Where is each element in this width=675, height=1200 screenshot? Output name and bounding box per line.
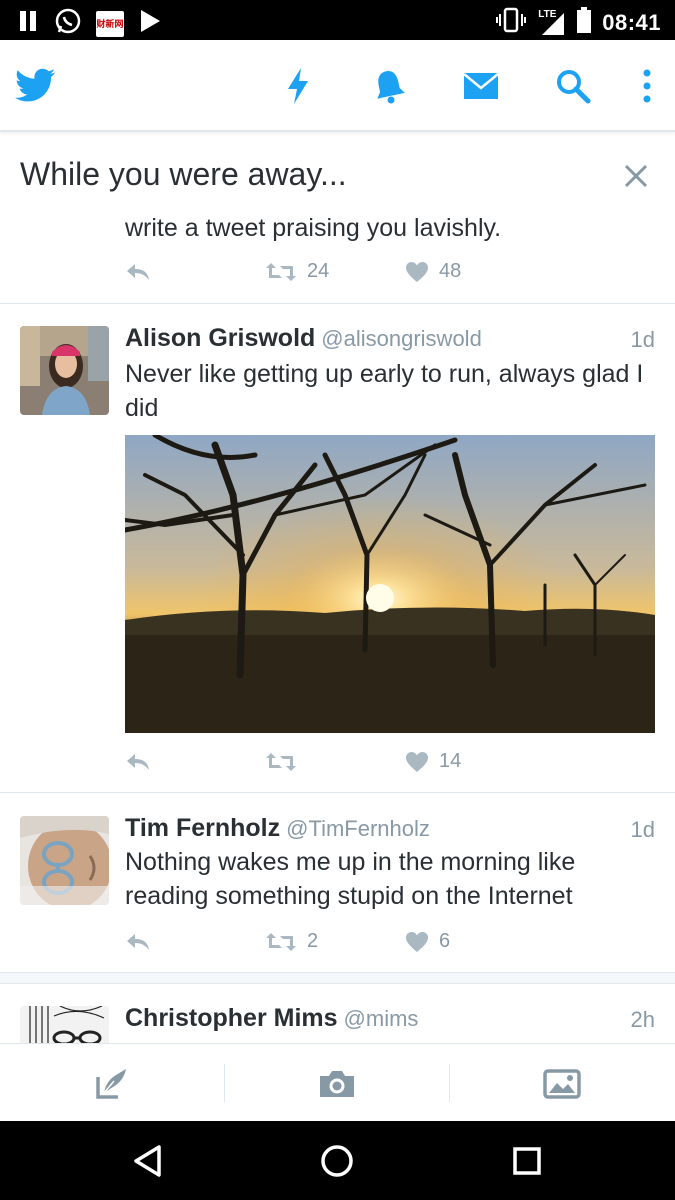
tweet-actions: 24 48 (125, 260, 545, 283)
divider (224, 1064, 225, 1102)
author-name[interactable]: Christopher Mims (125, 1004, 338, 1032)
messages-envelope-icon[interactable] (459, 64, 503, 108)
vibrate-icon (496, 7, 527, 38)
news-app-icon: 财新网 (96, 10, 124, 37)
tweet-actions: 2 6 (125, 930, 545, 953)
whatsapp-icon (54, 7, 82, 40)
retweet-icon (266, 752, 296, 771)
reply-icon (127, 263, 149, 280)
divider (449, 1064, 450, 1102)
search-icon[interactable] (551, 64, 595, 108)
clock: 08:41 (602, 9, 661, 35)
battery-icon (576, 6, 592, 39)
avatar[interactable] (20, 816, 109, 905)
tweet-time: 2h (630, 1007, 655, 1032)
tweet-time: 1d (630, 327, 655, 352)
status-bar: 财新网 LTE 08:41 (0, 0, 675, 40)
compose-tweet-icon[interactable] (90, 1062, 134, 1106)
retweet-count: 2 (307, 930, 319, 952)
pause-icon (18, 9, 40, 38)
heart-icon (406, 931, 428, 952)
avatar[interactable] (20, 326, 109, 415)
retweet-icon (266, 932, 296, 951)
tweet-time: 1d (630, 817, 655, 842)
moments-lightning-icon[interactable] (276, 64, 320, 108)
gallery-icon[interactable] (540, 1062, 584, 1106)
compose-bar (0, 1043, 675, 1121)
reply-button[interactable] (125, 262, 265, 282)
app-bar (0, 40, 675, 132)
author-name[interactable]: Alison Griswold (125, 324, 315, 352)
reply-icon (127, 753, 149, 770)
author-handle[interactable]: @TimFernholz (286, 816, 430, 841)
retweet-icon (266, 262, 296, 281)
author-name[interactable]: Tim Fernholz (125, 814, 280, 842)
tweet-author[interactable]: Alison Griswold @alisongriswold (125, 324, 482, 353)
heart-icon (406, 751, 428, 772)
tweet-photo[interactable] (125, 435, 655, 733)
retweet-count: 24 (307, 260, 330, 282)
reply-button[interactable] (125, 932, 265, 952)
like-button[interactable]: 48 (405, 260, 545, 283)
back-icon[interactable] (127, 1140, 169, 1182)
retweet-button[interactable]: 24 (265, 260, 405, 283)
tweet-actions: 14 (125, 750, 545, 773)
reply-icon (127, 933, 149, 950)
like-button[interactable]: 14 (405, 750, 545, 773)
retweet-button[interactable]: 2 (265, 930, 405, 953)
tweet-text: Nothing wakes me up in the morning like … (125, 848, 576, 910)
reply-button[interactable] (125, 752, 265, 772)
home-icon[interactable] (316, 1140, 358, 1182)
tweet-author[interactable]: Tim Fernholz @TimFernholz (125, 814, 430, 843)
system-nav-bar (0, 1121, 675, 1200)
twitter-logo-icon[interactable] (14, 64, 58, 108)
recents-icon[interactable] (506, 1140, 548, 1182)
retweet-button[interactable] (265, 751, 405, 773)
heart-icon (406, 261, 428, 282)
tweet-text: Never like getting up early to run, alwa… (125, 360, 644, 422)
section-divider (0, 972, 675, 984)
divider (0, 792, 675, 793)
like-count: 48 (439, 260, 462, 282)
overflow-menu-icon[interactable] (625, 64, 669, 108)
avatar[interactable] (20, 1006, 109, 1043)
tweet-text: write a tweet praising you lavishly. (125, 214, 502, 242)
like-button[interactable]: 6 (405, 930, 545, 953)
like-count: 14 (439, 750, 462, 772)
author-handle[interactable]: @mims (344, 1006, 419, 1031)
timeline[interactable]: While you were away... write a tweet pra… (0, 132, 675, 1043)
author-handle[interactable]: @alisongriswold (321, 326, 482, 351)
notifications-bell-icon[interactable] (367, 64, 411, 108)
signal-icon: LTE (536, 9, 566, 37)
close-icon[interactable] (620, 160, 652, 192)
divider (0, 303, 675, 304)
camera-icon[interactable] (315, 1062, 359, 1106)
play-icon (138, 8, 162, 39)
while-you-were-away-header: While you were away... (20, 156, 347, 192)
tweet-author[interactable]: Christopher Mims @mims (125, 1004, 418, 1033)
like-count: 6 (439, 930, 451, 952)
